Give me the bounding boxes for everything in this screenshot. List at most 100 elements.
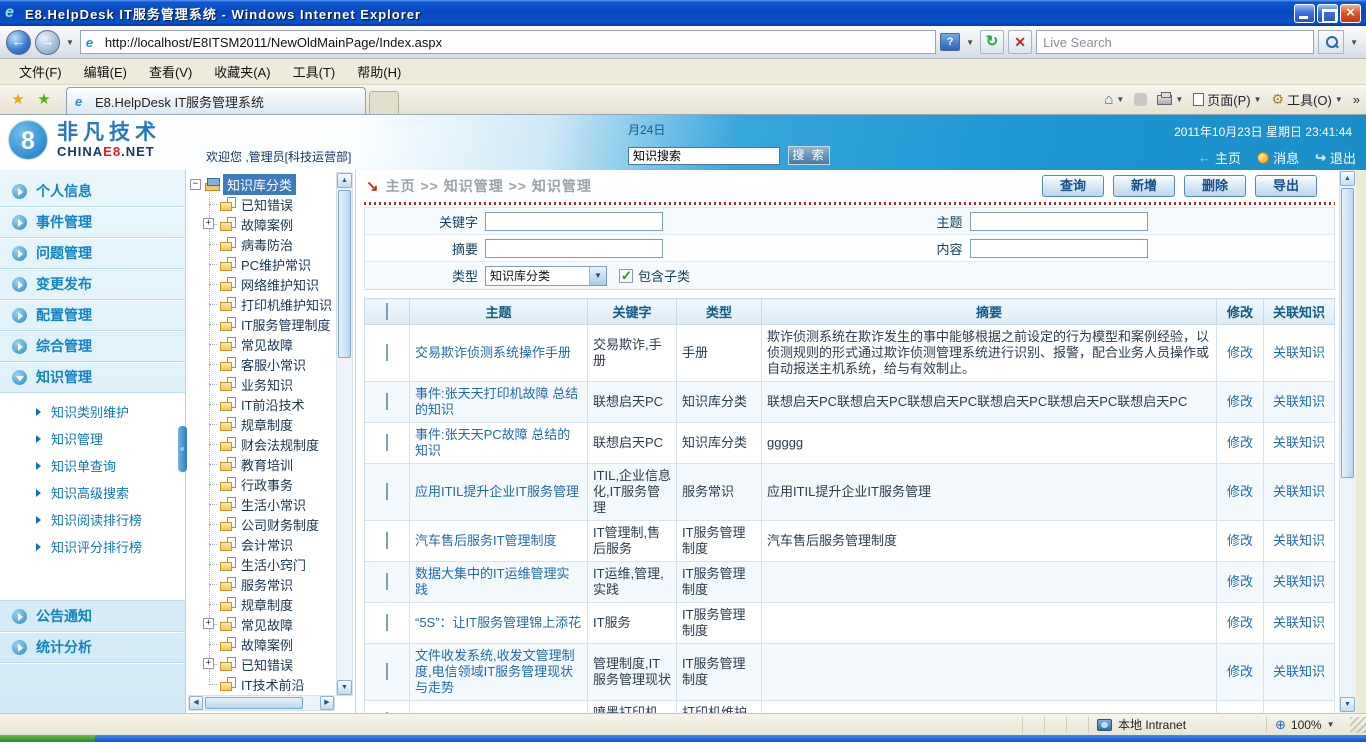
tree-node[interactable]: PC维护常识 [190, 254, 336, 274]
delete-button[interactable]: 删除 [1184, 175, 1246, 197]
menu-item-help[interactable]: 帮助(H) [348, 59, 410, 84]
scroll-up-icon[interactable]: ▲ [337, 173, 352, 188]
sidebar-item[interactable]: 配置管理 [0, 300, 185, 331]
sidebar-subitem[interactable]: 知识高级搜索 [0, 479, 185, 506]
tree-node[interactable]: 规章制度 [190, 594, 336, 614]
column-header[interactable]: 摘要 [762, 299, 1217, 325]
sidebar-item[interactable]: 知识管理 [0, 362, 185, 393]
address-dropdown-icon[interactable]: ▼ [964, 38, 976, 47]
menu-item-favorites[interactable]: 收藏夹(A) [205, 59, 279, 84]
feed-button[interactable] [1134, 93, 1147, 106]
tree-vertical-scrollbar[interactable]: ▲ ▼ [336, 172, 353, 696]
topic-link[interactable]: 应用ITIL提升企业IT服务管理 [415, 484, 579, 499]
edit-link[interactable]: 修改 [1227, 484, 1253, 499]
query-button[interactable]: 查询 [1042, 175, 1104, 197]
tree-horizontal-scrollbar[interactable]: ◀ ▶ [188, 695, 335, 711]
logout-link[interactable]: ↪退出 [1315, 148, 1356, 167]
tree-node[interactable]: 常见故障 [190, 334, 336, 354]
row-checkbox[interactable] [386, 532, 388, 549]
topic-link[interactable]: “5S”：让IT服务管理锦上添花 [415, 615, 581, 630]
edit-link[interactable]: 修改 [1227, 435, 1253, 450]
favorites-star-icon[interactable]: ★ [6, 88, 30, 112]
add-button[interactable]: 新增 [1113, 175, 1175, 197]
minimize-button[interactable] [1294, 4, 1315, 23]
resize-grip[interactable] [1350, 717, 1366, 733]
add-favorite-icon[interactable]: ★ [32, 88, 56, 112]
topic-link[interactable]: 事件:张天天PC故障 总结的知识 [415, 427, 570, 458]
row-checkbox[interactable] [386, 573, 388, 590]
column-header[interactable]: 修改 [1217, 299, 1264, 325]
live-search-input[interactable] [1036, 30, 1314, 54]
url-field[interactable]: e http://localhost/E8ITSM2011/NewOldMain… [80, 30, 936, 54]
edit-link[interactable]: 修改 [1227, 394, 1253, 409]
content-input[interactable] [970, 239, 1148, 258]
zoom-dropdown-icon[interactable]: ▼ [1327, 720, 1335, 729]
help-indicator-icon[interactable]: ? [940, 33, 960, 51]
tree-node[interactable]: IT服务管理制度 [190, 314, 336, 334]
home-button[interactable]: ⌂▼ [1104, 91, 1124, 108]
tree-node[interactable]: 会计常识 [190, 534, 336, 554]
new-tab-stub[interactable] [369, 91, 399, 114]
tree-node[interactable]: 财会法规制度 [190, 434, 336, 454]
knowledge-search-input[interactable] [628, 147, 780, 165]
home-link[interactable]: ←主页 [1198, 148, 1241, 167]
tree-node[interactable]: 业务知识 [190, 374, 336, 394]
tree-node[interactable]: 服务常识 [190, 574, 336, 594]
topic-link[interactable]: 事件:张天天打印机故障 总结的知识 [415, 386, 578, 417]
sidebar-item[interactable]: 个人信息 [0, 176, 185, 207]
overflow-chevron[interactable]: » [1353, 92, 1360, 107]
column-header[interactable]: 关联知识 [1264, 299, 1335, 325]
keyword-input[interactable] [485, 212, 663, 231]
back-button[interactable] [6, 30, 31, 55]
row-checkbox[interactable] [386, 614, 388, 631]
topic-link[interactable]: 文件收发系统,收发文管理制度,电信领域IT服务管理现状与走势 [415, 648, 575, 695]
select-all-checkbox[interactable] [386, 303, 388, 320]
restore-button[interactable] [1317, 4, 1338, 23]
select-dropdown-icon[interactable]: ▼ [589, 267, 606, 285]
topic-input[interactable] [970, 212, 1148, 231]
history-dropdown-icon[interactable]: ▼ [64, 38, 76, 47]
sidebar-item[interactable]: 公告通知 [0, 601, 185, 632]
tree-node[interactable]: 行政事务 [190, 474, 336, 494]
tree-node[interactable]: IT前沿技术 [190, 394, 336, 414]
tree-node[interactable]: 生活小窍门 [190, 554, 336, 574]
edit-link[interactable]: 修改 [1227, 345, 1253, 360]
tree-scroll-thumb[interactable] [338, 190, 351, 358]
related-knowledge-link[interactable]: 关联知识 [1273, 435, 1325, 450]
sidebar-item[interactable]: 综合管理 [0, 331, 185, 362]
main-scroll-thumb[interactable] [1341, 188, 1354, 478]
row-checkbox[interactable] [386, 344, 388, 361]
tree-node[interactable]: +已知错误 [190, 654, 336, 674]
related-knowledge-link[interactable]: 关联知识 [1273, 345, 1325, 360]
zoom-control[interactable]: ⊕ 100% ▼ [1266, 717, 1350, 733]
column-header[interactable]: 关键字 [588, 299, 677, 325]
related-knowledge-link[interactable]: 关联知识 [1273, 484, 1325, 499]
sidebar-collapse-handle[interactable]: « [178, 426, 187, 472]
tree-node[interactable]: IT技术前沿 [190, 674, 336, 694]
row-checkbox[interactable] [386, 483, 388, 500]
column-header[interactable]: 类型 [677, 299, 762, 325]
edit-link[interactable]: 修改 [1227, 664, 1253, 679]
tree-node[interactable]: 教育培训 [190, 454, 336, 474]
edit-link[interactable]: 修改 [1227, 533, 1253, 548]
row-checkbox[interactable] [386, 663, 388, 680]
tools-menu-button[interactable]: ⚙工具(O)▼ [1272, 90, 1343, 109]
expand-icon[interactable]: + [203, 658, 214, 669]
scroll-down-icon[interactable]: ▼ [1340, 697, 1355, 712]
search-options-dropdown-icon[interactable]: ▼ [1348, 38, 1360, 47]
sidebar-item[interactable]: 事件管理 [0, 207, 185, 238]
scroll-right-icon[interactable]: ▶ [320, 696, 334, 710]
menu-item-tools[interactable]: 工具(T) [284, 59, 345, 84]
message-link[interactable]: 消息 [1257, 148, 1299, 167]
tree-hscroll-thumb[interactable] [205, 697, 303, 709]
tree-node[interactable]: 打印机维护知识 [190, 294, 336, 314]
main-vertical-scrollbar[interactable]: ▲ ▼ [1339, 170, 1356, 713]
export-button[interactable]: 导出 [1255, 175, 1317, 197]
sidebar-subitem[interactable]: 知识管理 [0, 425, 185, 452]
topic-link[interactable]: 数据大集中的IT运维管理实践 [415, 566, 570, 597]
scroll-down-icon[interactable]: ▼ [337, 680, 352, 695]
tree-node[interactable]: +常见故障 [190, 614, 336, 634]
row-checkbox[interactable] [386, 434, 388, 451]
sidebar-item[interactable]: 统计分析 [0, 632, 185, 663]
expand-icon[interactable]: + [203, 218, 214, 229]
